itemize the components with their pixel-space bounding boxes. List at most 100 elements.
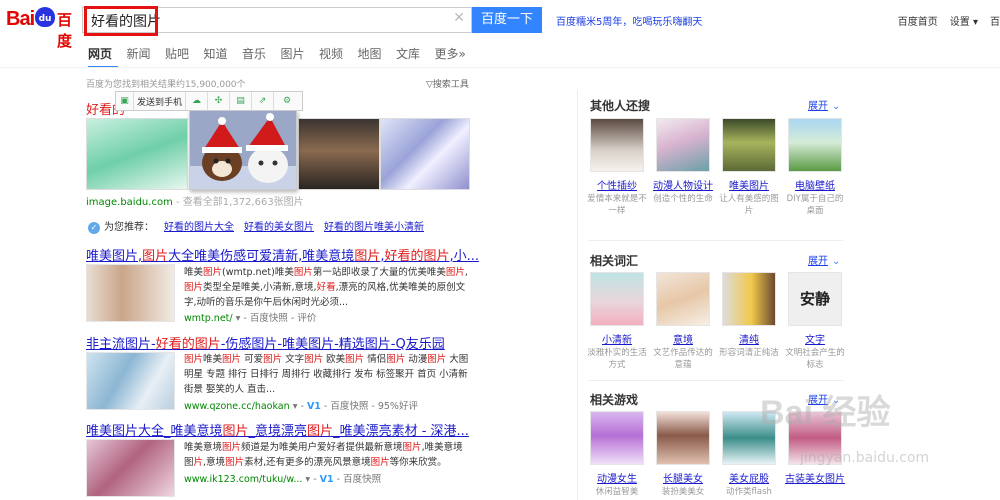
recommend-link[interactable]: 好看的美女图片 — [244, 218, 314, 234]
settings-icon[interactable]: ⚙ — [274, 92, 300, 110]
tab-more[interactable]: 更多» — [435, 45, 474, 62]
related-sub: 让人有美感的图片 — [719, 194, 779, 216]
baidu-logo[interactable]: Bai du 百度 — [6, 5, 80, 50]
image-result-source: image.baidu.com - 查看全部1,372,663张图片 — [86, 193, 304, 208]
related-sub: 动作类flash — [726, 487, 772, 497]
related-thumb[interactable] — [722, 118, 776, 172]
result-thumb-girl[interactable] — [86, 264, 175, 322]
related-label[interactable]: 文字 — [784, 331, 846, 346]
result-url-extra[interactable]: - 百度快照 — [334, 474, 381, 485]
related-label[interactable]: 古装美女图片 — [784, 470, 846, 485]
result-url-extra[interactable]: ▾ - 百度快照 - 评价 — [233, 313, 317, 324]
related-label[interactable]: 小清新 — [586, 331, 648, 346]
search-tools-button[interactable]: ▽搜索工具 — [426, 77, 469, 90]
promo-link[interactable]: 百度糯米5周年，吃喝玩乐嗨翻天 — [556, 13, 702, 28]
related-sub: 形容词清正纯洁 — [719, 348, 779, 358]
keyword-highlight: 图片 — [402, 442, 422, 453]
tab-images[interactable]: 图片 — [281, 45, 320, 62]
text-segment: _唯美漂亮素材 - 深港... — [333, 424, 469, 439]
result-title[interactable]: 唯美图片大全_唯美意境图片_意境漂亮图片_唯美漂亮素材 - 深港... — [86, 420, 469, 439]
image-thumb-green[interactable] — [86, 118, 188, 190]
keyword-highlight: 图片 — [222, 424, 249, 439]
recommend-link[interactable]: 好看的图片唯美小清新 — [324, 218, 424, 234]
share-icon[interactable]: ⇗ — [252, 92, 274, 110]
tab-video[interactable]: 视频 — [319, 45, 358, 62]
related-label[interactable]: 动漫人物设计 — [652, 177, 714, 192]
keyword-highlight: 图片 — [184, 354, 204, 365]
baidu-home-link[interactable]: 百度首页 — [898, 13, 938, 28]
related-thumb[interactable]: 安静 — [788, 272, 842, 326]
keyword-highlight: 图片 — [386, 354, 406, 365]
save-icon[interactable]: ▤ — [230, 92, 252, 110]
recommend-label: 为您推荐： — [104, 222, 154, 233]
tab-map[interactable]: 地图 — [358, 45, 397, 62]
right-panel-divider — [577, 90, 578, 500]
related-label[interactable]: 清纯 — [718, 331, 780, 346]
related-label[interactable]: 长腿美女 — [652, 470, 714, 485]
related-label[interactable]: 电脑壁纸 — [784, 177, 846, 192]
send-to-phone-button[interactable]: 发送到手机 — [134, 92, 186, 110]
related-thumb[interactable] — [590, 272, 644, 326]
v1-badge[interactable]: V1 — [320, 474, 334, 485]
expand-label: 展开 — [808, 256, 828, 267]
expand-link[interactable]: 展开 ⌄ — [808, 97, 840, 112]
related-label[interactable]: 唯美图片 — [718, 177, 780, 192]
baidu-jingyan-watermark: Bai 经验 — [760, 394, 891, 432]
text-segment: 唯美意境 — [184, 442, 223, 453]
logo-text-bai: Bai — [6, 8, 35, 30]
phone-icon[interactable]: ▣ — [116, 92, 134, 110]
search-button[interactable]: 百度一下 — [472, 7, 542, 33]
result-title[interactable]: 唯美图片,图片大全唯美伤感可爱清新,唯美意境图片,好看的图片,小... — [86, 245, 479, 264]
result-url[interactable]: www.qzone.cc/haokan — [184, 401, 290, 412]
text-segment: 唯美 — [184, 267, 204, 278]
tab-news[interactable]: 新闻 — [127, 45, 166, 62]
image-source-more[interactable]: - 查看全部1,372,663张图片 — [176, 197, 304, 208]
text-segment: 等你来欣赏。 — [389, 457, 447, 468]
image-thumb-game[interactable] — [298, 118, 380, 190]
result-url-line: wmtp.net/ ▾ - 百度快照 - 评价 — [184, 310, 316, 324]
login-link-partial[interactable]: 百 — [990, 13, 1000, 28]
result-title[interactable]: 非主流图片-好看的图片-伤感图片-唯美图片-精选图片-Q友乐园 — [86, 333, 445, 352]
related-label[interactable]: 意境 — [652, 331, 714, 346]
related-label[interactable]: 动漫女生 — [586, 470, 648, 485]
result-thumb-couple[interactable] — [86, 352, 175, 410]
related-thumb[interactable] — [656, 118, 710, 172]
settings-link[interactable]: 设置 ▾ — [950, 13, 978, 28]
related-label[interactable]: 个性插纱 — [586, 177, 648, 192]
expand-icon[interactable]: ✣ — [208, 92, 230, 110]
result-url-extra[interactable]: - 百度快照 - 95%好评 — [321, 401, 418, 412]
tab-zhidao[interactable]: 知道 — [204, 45, 243, 62]
text-segment: 唯美图片 — [86, 249, 139, 264]
keyword-highlight: 图片 — [445, 267, 465, 278]
related-thumb[interactable] — [722, 272, 776, 326]
related-thumb[interactable] — [656, 272, 710, 326]
keyword-highlight: 图片 — [142, 249, 169, 264]
keyword-highlight: 图片 — [222, 442, 242, 453]
cloud-icon[interactable]: ☁ — [186, 92, 208, 110]
related-thumb[interactable] — [590, 411, 644, 465]
result-url-line: www.ik123.com/tuku/w... ▾ - V1 - 百度快照 — [184, 471, 381, 485]
result-url[interactable]: www.ik123.com/tuku/w... — [184, 474, 302, 485]
image-source-url[interactable]: image.baidu.com — [86, 197, 173, 208]
expand-link[interactable]: 展开 ⌄ — [808, 252, 840, 267]
clear-icon[interactable]: ✕ — [453, 10, 465, 26]
result-url[interactable]: wmtp.net/ — [184, 313, 233, 324]
keyword-highlight: 图片 — [263, 354, 283, 365]
tab-tieba[interactable]: 贴吧 — [165, 45, 204, 62]
text-segment: -伤感图片-唯美图片-精选图片-Q友乐园 — [220, 337, 445, 352]
related-thumb[interactable] — [656, 411, 710, 465]
image-preview-popup[interactable] — [189, 110, 297, 190]
image-thumb-anime[interactable] — [380, 118, 470, 190]
tab-web[interactable]: 网页 — [88, 45, 127, 62]
related-thumb[interactable] — [788, 118, 842, 172]
result-url-line: www.qzone.cc/haokan ▾ - V1 - 百度快照 - 95%好… — [184, 398, 418, 412]
text-segment: , — [464, 267, 468, 278]
recommend-link[interactable]: 好看的图片大全 — [164, 218, 234, 234]
tab-music[interactable]: 音乐 — [242, 45, 281, 62]
text-segment: ,小... — [449, 249, 480, 264]
result-thumb-heart[interactable] — [86, 439, 175, 497]
tab-wenku[interactable]: 文库 — [396, 45, 435, 62]
v1-badge[interactable]: V1 — [307, 401, 321, 412]
related-label[interactable]: 美女屁股 — [718, 470, 780, 485]
related-thumb[interactable] — [590, 118, 644, 172]
